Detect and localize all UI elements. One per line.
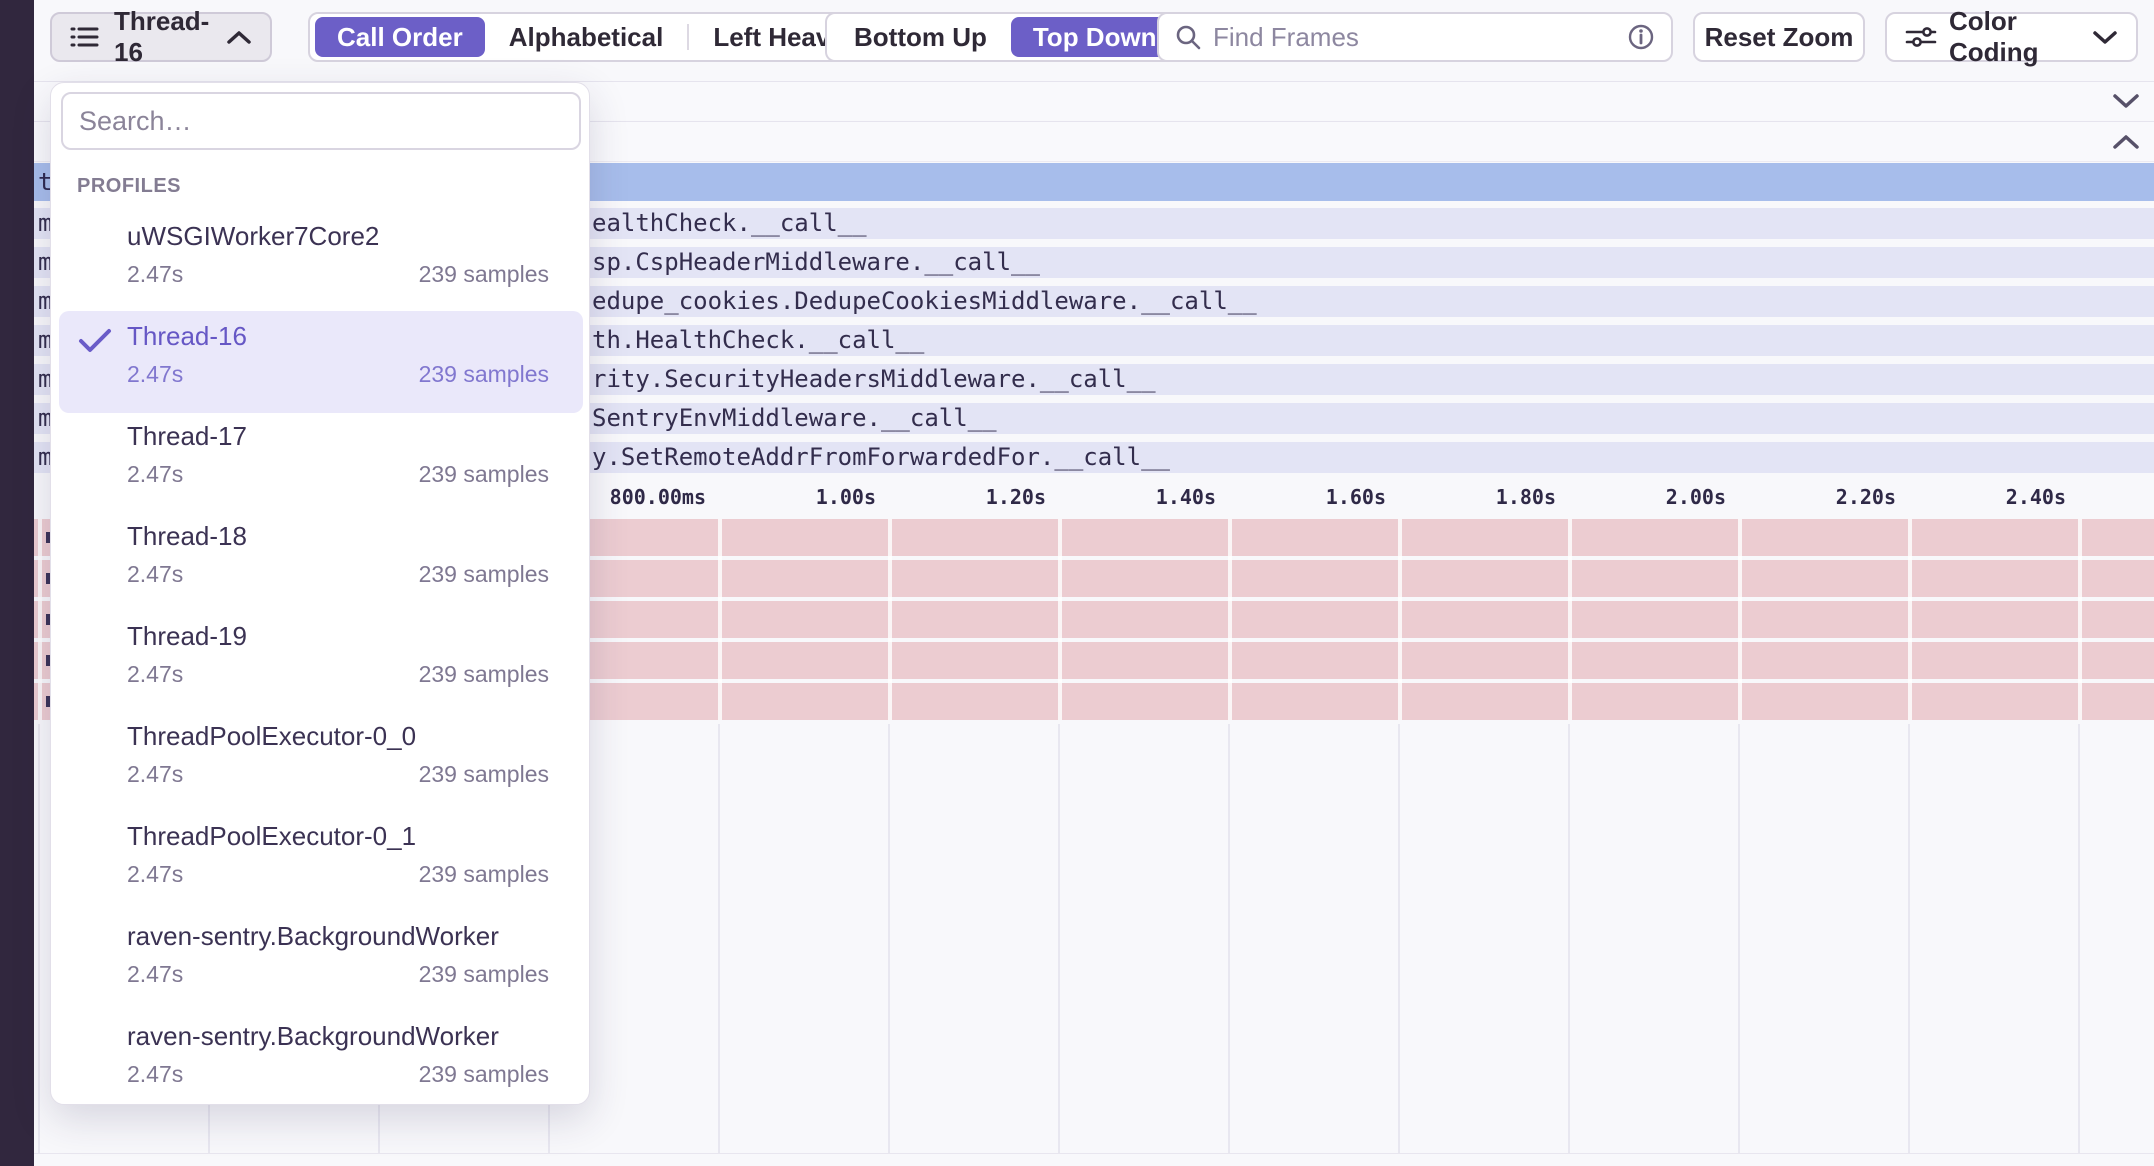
profile-option-duration: 2.47s bbox=[127, 861, 183, 888]
reset-zoom-button[interactable]: Reset Zoom bbox=[1693, 12, 1865, 62]
axis-tick-label: 1.20s bbox=[866, 478, 1046, 516]
profile-option[interactable]: raven-sentry.BackgroundWorker 2.47s 239 sa… bbox=[51, 915, 591, 1015]
frame-function-name: th.HealthCheck.__call__ bbox=[592, 325, 924, 356]
time-gridline bbox=[1738, 724, 1740, 1153]
time-gridline bbox=[38, 724, 40, 1153]
profile-option[interactable]: ThreadPoolExecutor-0_1 2.47s 239 samples bbox=[51, 815, 591, 915]
time-gridline bbox=[718, 724, 720, 1153]
app-sidebar bbox=[0, 0, 34, 1166]
thread-selector-button[interactable]: Thread-16 bbox=[50, 12, 272, 62]
direction-option-top-down[interactable]: Top Down bbox=[1011, 17, 1179, 57]
chevron-down-icon bbox=[2092, 30, 2118, 45]
profiles-section-label: PROFILES bbox=[77, 175, 181, 198]
search-icon bbox=[1175, 24, 1201, 50]
find-frames-input[interactable] bbox=[1213, 22, 1615, 53]
time-gridline bbox=[1398, 724, 1400, 1153]
time-gridline bbox=[2078, 724, 2080, 1153]
profile-option-name: Thread-16 bbox=[127, 321, 247, 352]
chevron-up-icon[interactable] bbox=[2112, 134, 2140, 150]
time-gridline bbox=[888, 724, 890, 1153]
profile-option-samples: 239 samples bbox=[419, 761, 549, 788]
profile-option[interactable]: Thread-16 2.47s 239 samples bbox=[51, 315, 591, 415]
frame-function-name: SentryEnvMiddleware.__call__ bbox=[592, 403, 997, 434]
profile-option-samples: 239 samples bbox=[419, 661, 549, 688]
time-gridline bbox=[1908, 724, 1910, 1153]
profile-option[interactable]: uWSGIWorker7Core2 2.47s 239 samples bbox=[51, 215, 591, 315]
axis-tick-label: 1.60s bbox=[1206, 478, 1386, 516]
profile-option-samples: 239 samples bbox=[419, 1061, 549, 1088]
profile-option-duration: 2.47s bbox=[127, 961, 183, 988]
sort-option-call-order[interactable]: Call Order bbox=[315, 17, 485, 57]
profile-option-name: Thread-17 bbox=[127, 421, 247, 452]
profile-option-samples: 239 samples bbox=[419, 361, 549, 388]
profile-option-name: Thread-18 bbox=[127, 521, 247, 552]
profile-option-samples: 239 samples bbox=[419, 261, 549, 288]
color-coding-button[interactable]: Color Coding bbox=[1885, 12, 2138, 62]
profile-option[interactable]: Thread-18 2.47s 239 samples bbox=[51, 515, 591, 615]
profile-option-samples: 239 samples bbox=[419, 461, 549, 488]
bottom-divider bbox=[34, 1153, 2154, 1154]
dropdown-search-input[interactable] bbox=[79, 106, 563, 137]
checkmark-icon bbox=[77, 327, 113, 355]
profile-option-duration: 2.47s bbox=[127, 561, 183, 588]
list-icon bbox=[70, 24, 100, 50]
axis-tick-label: 2.00s bbox=[1546, 478, 1726, 516]
segment-divider bbox=[687, 24, 689, 50]
find-frames-search[interactable] bbox=[1157, 12, 1673, 62]
profile-option-samples: 239 samples bbox=[419, 961, 549, 988]
profile-option-name: ThreadPoolExecutor-0_1 bbox=[127, 821, 416, 852]
profile-option-name: uWSGIWorker7Core2 bbox=[127, 221, 379, 252]
axis-tick-label: 2.40s bbox=[1886, 478, 2066, 516]
reset-zoom-label: Reset Zoom bbox=[1705, 22, 1854, 53]
profile-option-duration: 2.47s bbox=[127, 461, 183, 488]
profile-option-duration: 2.47s bbox=[127, 261, 183, 288]
profile-option-name: ThreadPoolExecutor-0_0 bbox=[127, 721, 416, 752]
direction-segmented-control: Bottom UpTop Down bbox=[825, 12, 1186, 62]
thread-selector-label: Thread-16 bbox=[114, 6, 212, 68]
profile-option-duration: 2.47s bbox=[127, 661, 183, 688]
axis-tick-label: 1.80s bbox=[1376, 478, 1556, 516]
axis-tick-label: 1.00s bbox=[696, 478, 876, 516]
frame-function-name: edupe_cookies.DedupeCookiesMiddleware.__… bbox=[592, 286, 1257, 317]
profile-option-duration: 2.47s bbox=[127, 361, 183, 388]
profile-option-samples: 239 samples bbox=[419, 861, 549, 888]
sort-option-alphabetical[interactable]: Alphabetical bbox=[487, 17, 686, 57]
profiler-flamegraph-screen: t mealthCheck.__call__msp.CspHeaderMiddl… bbox=[0, 0, 2154, 1166]
profile-option[interactable]: ThreadPoolExecutor-0_0 2.47s 239 samples bbox=[51, 715, 591, 815]
thread-dropdown-menu: PROFILES uWSGIWorker7Core2 2.47s 239 sampl… bbox=[50, 82, 590, 1105]
info-icon[interactable] bbox=[1627, 23, 1655, 51]
profile-option[interactable]: Thread-19 2.47s 239 samples bbox=[51, 615, 591, 715]
chevron-down-icon[interactable] bbox=[2112, 93, 2140, 109]
direction-option-bottom-up[interactable]: Bottom Up bbox=[832, 17, 1009, 57]
frame-function-name: sp.CspHeaderMiddleware.__call__ bbox=[592, 247, 1040, 278]
profile-option-name: raven-sentry.BackgroundWorker bbox=[127, 921, 499, 952]
axis-tick-label: 2.20s bbox=[1716, 478, 1896, 516]
time-gridline bbox=[1568, 724, 1570, 1153]
time-gridline bbox=[1058, 724, 1060, 1153]
axis-tick-label: 1.40s bbox=[1036, 478, 1216, 516]
sort-segmented-control: Call OrderAlphabeticalLeft Heavy bbox=[308, 12, 874, 62]
profile-option[interactable]: raven-sentry.BackgroundWorker 2.47s 239 sa… bbox=[51, 1015, 591, 1115]
color-coding-label: Color Coding bbox=[1949, 6, 2080, 68]
profile-option-name: raven-sentry.BackgroundWorker bbox=[127, 1021, 499, 1052]
chevron-up-icon bbox=[226, 30, 252, 45]
sliders-icon bbox=[1905, 25, 1937, 49]
profile-option[interactable]: Thread-17 2.47s 239 samples bbox=[51, 415, 591, 515]
time-gridline bbox=[1228, 724, 1230, 1153]
frame-function-name: ealthCheck.__call__ bbox=[592, 208, 867, 239]
profile-option-duration: 2.47s bbox=[127, 761, 183, 788]
profile-option-duration: 2.47s bbox=[127, 1061, 183, 1088]
profile-option-name: Thread-19 bbox=[127, 621, 247, 652]
profile-option-samples: 239 samples bbox=[419, 561, 549, 588]
frame-function-name: y.SetRemoteAddrFromForwardedFor.__call__ bbox=[592, 442, 1170, 473]
frame-function-name: rity.SecurityHeadersMiddleware.__call__ bbox=[592, 364, 1156, 395]
dropdown-search-field[interactable] bbox=[61, 92, 581, 150]
